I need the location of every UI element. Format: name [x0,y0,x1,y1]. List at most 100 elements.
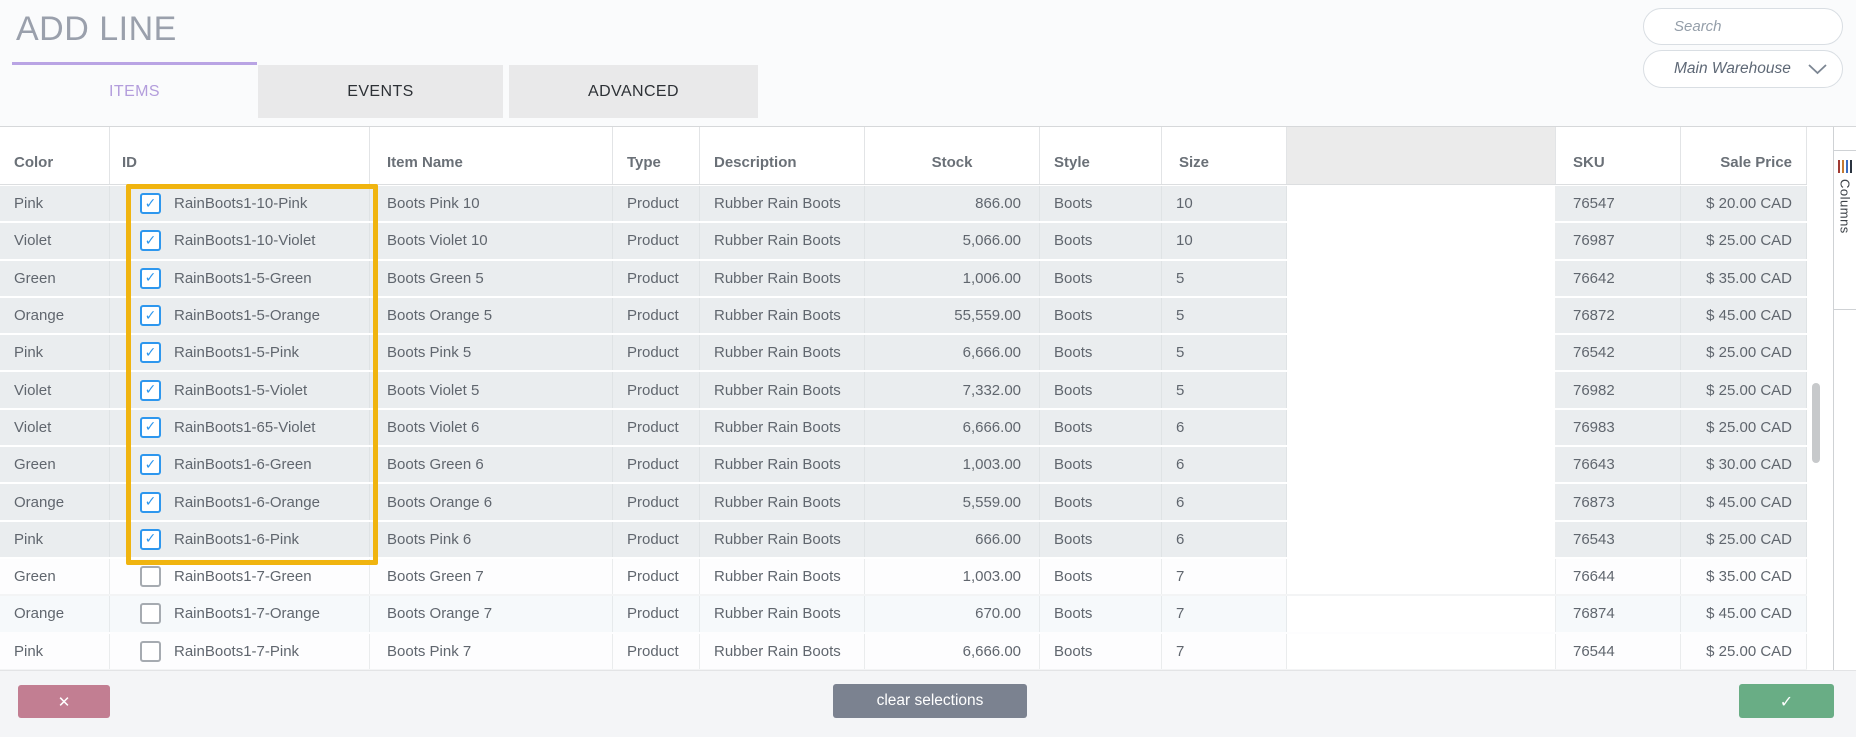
footer-action-bar: ✕ clear selections ✓ [0,670,1856,737]
check-icon: ✓ [144,494,157,511]
table-row[interactable]: Orange ✓ RainBoots1-6-Orange Boots Orange 6… [0,484,1807,522]
row-checkbox-unchecked[interactable] [140,640,161,662]
vertical-scrollbar-thumb[interactable] [1812,383,1820,463]
column-header-sale_price[interactable]: Sale Price [1681,127,1807,184]
cell-sale_price: $ 25.00 CAD [1681,633,1807,669]
cell-item_name: Boots Green 5 [370,260,613,296]
cell-id: ✓ RainBoots1-5-Pink [110,335,370,371]
column-header-id[interactable]: ID [110,127,370,184]
cell-style: Boots [1040,484,1162,520]
cell-id: ✓ RainBoots1-6-Orange [110,484,370,520]
cell-id: RainBoots1-7-Green [110,558,370,595]
column-header-description[interactable]: Description [700,127,865,184]
row-checkbox-checked[interactable]: ✓ [140,491,161,513]
cell-item_name: Boots Pink 10 [370,186,613,222]
cell-item_name: Boots Violet 5 [370,372,613,408]
table-row[interactable]: Violet ✓ RainBoots1-5-Violet Boots Violet 5… [0,372,1807,410]
table-row[interactable]: Orange ✓ RainBoots1-5-Orange Boots Orange 5… [0,297,1807,336]
cell-stock: 670.00 [865,596,1040,632]
table-row[interactable]: Pink ✓ RainBoots1-10-Pink Boots Pink 10 Prod… [0,186,1807,224]
clear-selections-button[interactable]: clear selections [833,684,1027,718]
cell-item_name: Boots Orange 5 [370,297,613,334]
cell-color: Green [0,447,110,483]
cell-style: Boots [1040,186,1162,222]
cell-style: Boots [1040,633,1162,669]
cell-size: 5 [1162,335,1287,371]
row-checkbox-checked[interactable]: ✓ [140,230,161,252]
cell-sale_price: $ 25.00 CAD [1681,372,1807,408]
cell-stock: 6,666.00 [865,409,1040,446]
row-checkbox-checked[interactable]: ✓ [140,193,161,215]
cell-id: ✓ RainBoots1-6-Pink [110,521,370,557]
cell-spacer [1287,447,1556,483]
cell-sku: 76874 [1556,596,1681,632]
cell-id: ✓ RainBoots1-65-Violet [110,409,370,446]
cancel-button[interactable]: ✕ [18,685,110,718]
row-checkbox-checked[interactable]: ✓ [140,379,161,401]
tab-advanced[interactable]: ADVANCED [509,65,758,118]
cell-type: Product [613,633,700,669]
check-icon: ✓ [144,195,157,212]
table-row[interactable]: Violet ✓ RainBoots1-10-Violet Boots Violet … [0,223,1807,261]
cell-size: 7 [1162,633,1287,669]
cell-id: ✓ RainBoots1-5-Green [110,260,370,296]
cell-description: Rubber Rain Boots [700,409,865,446]
table-row[interactable]: Pink ✓ RainBoots1-6-Pink Boots Pink 6 Produc… [0,521,1807,559]
cell-spacer [1287,521,1556,557]
columns-panel-toggle[interactable]: Columns [1834,150,1856,310]
row-checkbox-checked[interactable]: ✓ [140,454,161,476]
cell-size: 5 [1162,297,1287,334]
cell-stock: 1,003.00 [865,558,1040,595]
columns-panel-label: Columns [1837,179,1853,234]
confirm-button[interactable]: ✓ [1739,684,1834,718]
cell-item_name: Boots Green 6 [370,447,613,483]
cell-color: Violet [0,223,110,259]
cell-color: Pink [0,335,110,371]
row-checkbox-checked[interactable]: ✓ [140,267,161,289]
row-id-label: RainBoots1-7-Pink [174,642,300,660]
cell-style: Boots [1040,409,1162,446]
row-id-label: RainBoots1-7-Green [174,568,312,586]
cell-id: RainBoots1-7-Orange [110,596,370,632]
cell-id: ✓ RainBoots1-10-Pink [110,186,370,222]
cell-description: Rubber Rain Boots [700,260,865,296]
cell-sale_price: $ 25.00 CAD [1681,409,1807,446]
cell-size: 5 [1162,260,1287,296]
row-checkbox-checked[interactable]: ✓ [140,305,161,327]
row-checkbox-unchecked[interactable] [140,566,161,588]
row-checkbox-checked[interactable]: ✓ [140,416,161,438]
table-row[interactable]: Green ✓ RainBoots1-6-Green Boots Green 6 Pro… [0,447,1807,485]
check-icon: ✓ [144,531,157,548]
column-header-sku[interactable]: SKU [1556,127,1681,184]
column-header-color[interactable]: Color [0,127,110,184]
column-header-type[interactable]: Type [613,127,700,184]
cell-sale_price: $ 45.00 CAD [1681,484,1807,520]
row-checkbox-unchecked[interactable] [140,603,161,625]
search-input[interactable] [1644,18,1856,35]
cell-type: Product [613,596,700,632]
warehouse-dropdown[interactable]: Main Warehouse [1643,50,1843,88]
search-box [1643,8,1856,45]
column-header-size[interactable]: Size [1162,127,1287,184]
row-checkbox-checked[interactable]: ✓ [140,528,161,550]
table-body: Pink ✓ RainBoots1-10-Pink Boots Pink 10 Prod… [0,186,1807,670]
column-header-stock[interactable]: Stock [865,127,1040,184]
row-checkbox-checked[interactable]: ✓ [140,342,161,364]
table-row[interactable]: Green RainBoots1-7-Green Boots Green 7 Prod… [0,558,1807,597]
column-header-style[interactable]: Style [1040,127,1162,184]
table-row[interactable]: Green ✓ RainBoots1-5-Green Boots Green 5 Pro… [0,260,1807,298]
tab-events[interactable]: EVENTS [258,65,503,118]
cell-color: Orange [0,484,110,520]
cell-color: Green [0,558,110,595]
table-row[interactable]: Pink RainBoots1-7-Pink Boots Pink 7 Product… [0,633,1807,670]
column-header-item_name[interactable]: Item Name [370,127,613,184]
check-icon: ✓ [144,419,157,436]
table-row[interactable]: Violet ✓ RainBoots1-65-Violet Boots Violet … [0,409,1807,448]
cell-sku: 76982 [1556,372,1681,408]
cell-color: Pink [0,633,110,669]
tab-items[interactable]: ITEMS [12,65,257,118]
cell-type: Product [613,409,700,446]
table-row[interactable]: Pink ✓ RainBoots1-5-Pink Boots Pink 5 Produc… [0,335,1807,373]
cell-sale_price: $ 35.00 CAD [1681,558,1807,595]
table-row[interactable]: Orange RainBoots1-7-Orange Boots Orange 7P… [0,596,1807,634]
